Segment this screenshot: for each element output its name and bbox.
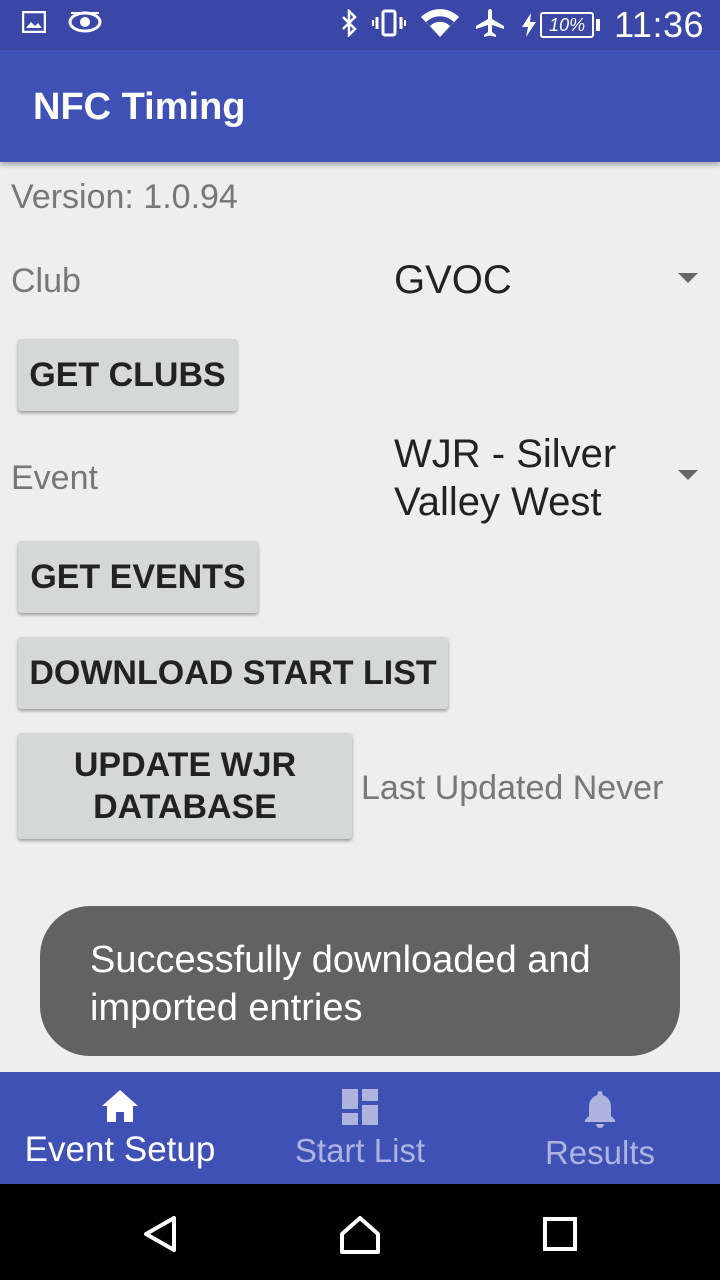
bell-icon	[585, 1091, 615, 1128]
toast-message: Successfully downloaded and imported ent…	[40, 906, 680, 1056]
event-spinner-value[interactable]: WJR - Silver Valley West	[394, 430, 654, 526]
wifi-icon	[420, 8, 460, 43]
version-text: Version: 1.0.94	[11, 178, 238, 216]
recents-icon[interactable]	[542, 1216, 578, 1252]
battery-level: 10%	[540, 12, 595, 38]
nav-item-event-setup[interactable]: Event Setup	[0, 1072, 240, 1184]
last-updated-text: Last Updated Never	[361, 769, 664, 807]
get-clubs-button[interactable]: GET CLUBS	[18, 339, 237, 411]
nav-label-results: Results	[544, 1134, 656, 1171]
club-label: Club	[11, 262, 81, 300]
charging-icon	[522, 13, 537, 37]
battery-icon: 10%	[520, 12, 601, 38]
bottom-navigation: Event Setup Start List Results	[0, 1072, 720, 1184]
get-events-button[interactable]: GET EVENTS	[18, 541, 258, 613]
event-label: Event	[11, 459, 98, 497]
system-navigation-bar	[0, 1184, 720, 1280]
nav-item-start-list[interactable]: Start List	[240, 1072, 480, 1184]
app-title: NFC Timing	[33, 86, 246, 128]
nav-item-results[interactable]: Results	[480, 1072, 720, 1184]
club-spinner-value[interactable]: GVOC	[394, 256, 704, 304]
status-time: 11:36	[614, 4, 704, 45]
app-bar: NFC Timing	[0, 50, 720, 162]
home-icon	[102, 1090, 138, 1122]
bluetooth-icon	[340, 7, 358, 42]
chevron-down-icon[interactable]	[678, 470, 698, 480]
vibrate-icon	[372, 9, 407, 42]
nav-label-start-list: Start List	[294, 1132, 426, 1169]
home-icon[interactable]	[338, 1214, 382, 1256]
dashboard-icon	[342, 1089, 378, 1125]
chevron-down-icon[interactable]	[678, 273, 698, 283]
update-wjr-database-button[interactable]: UPDATE WJR DATABASE	[18, 733, 352, 839]
nav-label-event-setup: Event Setup	[24, 1130, 216, 1169]
back-icon[interactable]	[140, 1214, 180, 1254]
airplane-icon	[474, 7, 506, 44]
download-start-list-button[interactable]: DOWNLOAD START LIST	[18, 637, 448, 709]
image-icon	[21, 10, 47, 38]
status-bar: 10% 11:36	[0, 0, 720, 50]
eye-icon	[68, 10, 102, 39]
